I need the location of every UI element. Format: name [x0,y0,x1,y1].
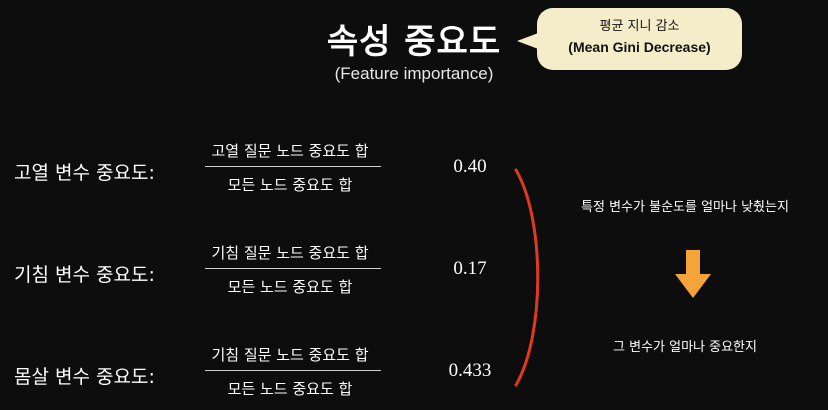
fraction-numerator: 고열 질문 노드 중요도 합 [211,142,369,160]
fraction-numerator: 기침 질문 노드 중요도 합 [211,244,369,262]
fraction-line [205,370,381,371]
fraction-denominator: 모든 노드 중요도 합 [227,380,353,398]
fraction-line [205,268,381,269]
arrow-down-icon [675,250,711,298]
row-label: 고열 변수 중요도: [14,162,155,184]
row-value: 0.17 [453,258,487,279]
speech-bubble: 평균 지니 감소 (Mean Gini Decrease) [537,8,742,70]
row-label: 기침 변수 중요도: [14,264,155,286]
curly-bracket [514,168,540,387]
fraction-numerator: 기침 질문 노드 중요도 합 [211,346,369,364]
note-top: 특정 변수가 불순도를 얼마나 낮췄는지 [581,200,789,215]
bubble-line-1: 평균 지니 감소 [599,19,680,34]
row-value: 0.433 [448,360,492,381]
row-label: 몸살 변수 중요도: [14,366,155,388]
row-value: 0.40 [453,156,487,177]
bubble-line-2: (Mean Gini Decrease) [568,39,711,55]
fraction-denominator: 모든 노드 중요도 합 [227,278,353,296]
fraction-line [205,166,381,167]
note-bottom: 그 변수가 얼마나 중요한지 [613,340,757,355]
fraction-denominator: 모든 노드 중요도 합 [227,176,353,194]
